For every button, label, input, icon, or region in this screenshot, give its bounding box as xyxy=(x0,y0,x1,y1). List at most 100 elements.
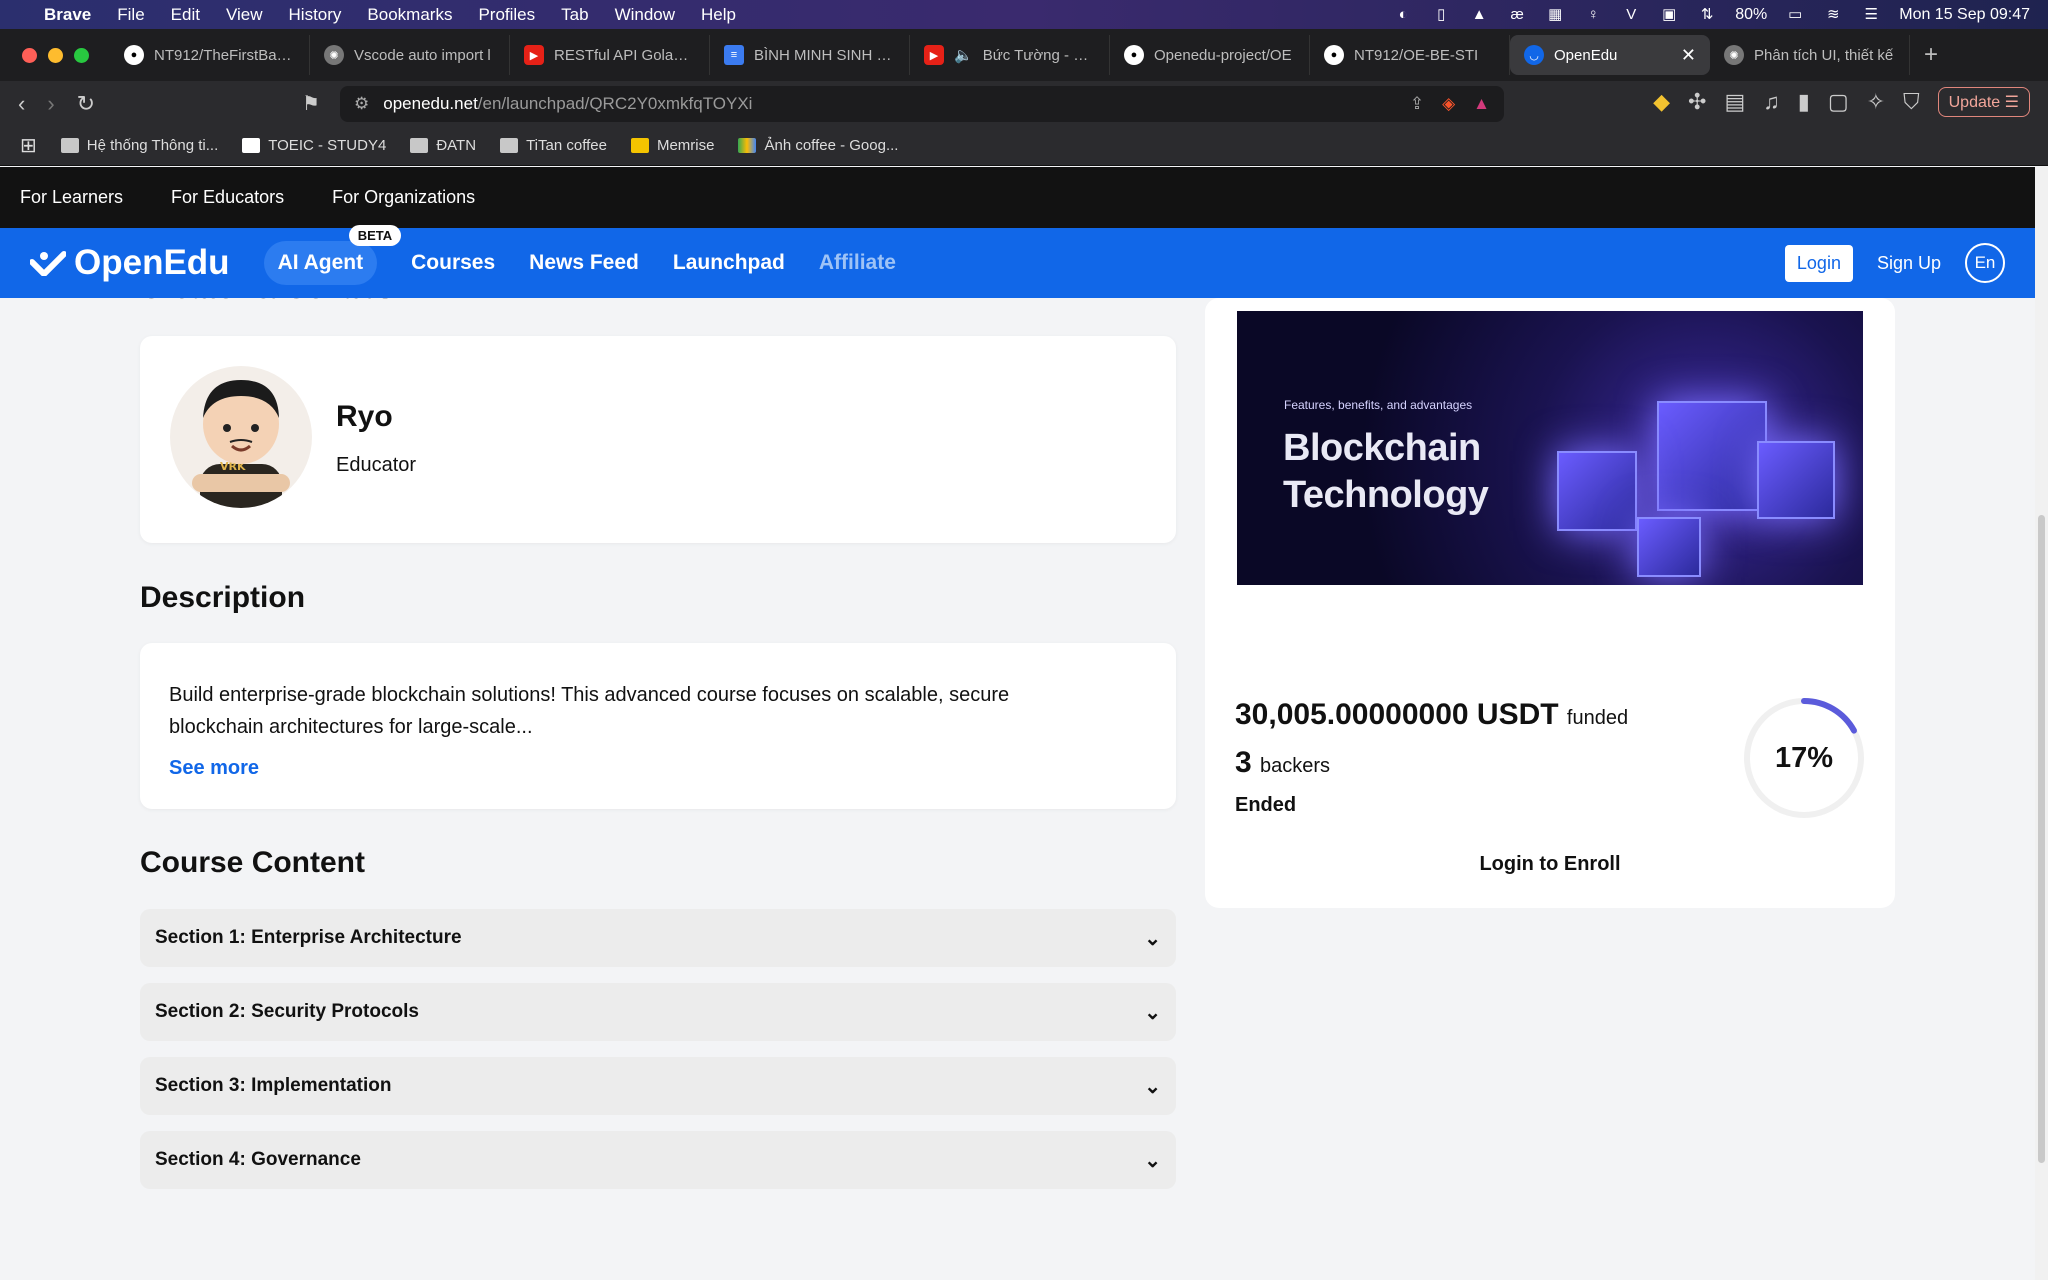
cube-graphic xyxy=(1557,451,1637,531)
audio-playing-icon[interactable]: 🔈 xyxy=(954,46,973,64)
campaign-status: Ended xyxy=(1235,794,1297,816)
browser-tab[interactable]: ● Openedu-project/OE xyxy=(1110,35,1310,75)
key-icon[interactable]: ♀ xyxy=(1583,6,1603,23)
grid-icon[interactable]: ▦ xyxy=(1545,6,1565,23)
vpn-icon[interactable]: ⛉ xyxy=(1903,89,1920,115)
menu-history[interactable]: History xyxy=(289,5,342,25)
address-bar[interactable]: ⚙ openedu.net/en/launchpad/QRC2Y0xmkfqTO… xyxy=(340,86,1504,122)
nav-ai-agent[interactable]: AI Agent BETA xyxy=(263,225,402,285)
minimize-window-button[interactable] xyxy=(48,47,63,63)
bookmark-item[interactable]: Ảnh coffee - Goog... xyxy=(738,137,898,154)
brave-rewards-icon[interactable]: ▲ xyxy=(1473,94,1490,114)
music-icon[interactable]: ♫ xyxy=(1763,89,1780,115)
menu-file[interactable]: File xyxy=(117,5,144,25)
nav-courses[interactable]: Courses xyxy=(411,251,495,275)
network-icon[interactable]: ⇅ xyxy=(1697,6,1717,23)
leo-ai-icon[interactable]: ✧ xyxy=(1867,89,1885,115)
banner-subtitle: Features, benefits, and advantages xyxy=(1284,398,1473,412)
funded-amount: 30,005.00000000 USDT funded xyxy=(1235,698,1628,732)
close-window-button[interactable] xyxy=(22,47,37,63)
wallet-icon[interactable]: ▢ xyxy=(1828,89,1849,115)
v-icon[interactable]: V xyxy=(1621,6,1641,23)
nav-affiliate[interactable]: Affiliate xyxy=(819,251,896,275)
bookmark-page-icon[interactable]: ⚑ xyxy=(302,91,320,116)
apps-grid-icon[interactable]: ⊞ xyxy=(20,133,37,158)
new-tab-button[interactable]: + xyxy=(1910,41,1938,69)
menu-tab[interactable]: Tab xyxy=(561,5,588,25)
browser-tab-active[interactable]: ◡ OpenEdu ✕ xyxy=(1510,35,1710,75)
update-button[interactable]: Update ☰ xyxy=(1937,87,2030,117)
bookmark-item[interactable]: Memrise xyxy=(630,137,714,154)
creator-name[interactable]: Ryo xyxy=(336,400,393,434)
share-icon[interactable]: ⇪ xyxy=(1410,94,1424,114)
browser-tab[interactable]: ≡ BÌNH MINH SINH VIÊ xyxy=(710,35,910,75)
site-settings-icon[interactable]: ⚙ xyxy=(354,94,369,114)
page-scrollbar[interactable] xyxy=(2035,167,2048,1280)
chevron-down-icon: ⌄ xyxy=(1144,1001,1161,1024)
menu-view[interactable]: View xyxy=(226,5,263,25)
nav-for-educators[interactable]: For Educators xyxy=(171,187,284,208)
menu-help[interactable]: Help xyxy=(701,5,736,25)
extensions-puzzle-icon[interactable]: ✣ xyxy=(1688,89,1706,115)
menu-window[interactable]: Window xyxy=(615,5,675,25)
bookmark-item[interactable]: ĐATN xyxy=(410,137,476,154)
menu-profiles[interactable]: Profiles xyxy=(478,5,535,25)
login-to-enroll-button[interactable]: Login to Enroll xyxy=(1205,853,1895,876)
bookmark-item[interactable]: Hệ thống Thông ti... xyxy=(60,137,218,154)
launchpad-content: Creator & Collabs VRK Ryo Educator Descr… xyxy=(0,298,2035,1280)
menu-edit[interactable]: Edit xyxy=(171,5,200,25)
reload-icon[interactable]: ↻ xyxy=(77,91,95,117)
status-tray-icon[interactable]: ◐ xyxy=(1393,6,1413,23)
avatar[interactable]: VRK xyxy=(170,366,312,508)
course-section-3[interactable]: Section 3: Implementation ⌄ xyxy=(140,1057,1176,1115)
bookmark-item[interactable]: TOEIC - STUDY4 xyxy=(242,137,386,154)
nav-launchpad[interactable]: Launchpad xyxy=(673,251,785,275)
course-section-2[interactable]: Section 2: Security Protocols ⌄ xyxy=(140,983,1176,1041)
backers-value: 3 xyxy=(1235,746,1252,779)
signup-link[interactable]: Sign Up xyxy=(1877,253,1941,274)
bookmarks-bar: ⊞ Hệ thống Thông ti... TOEIC - STUDY4 ĐA… xyxy=(0,126,2048,166)
extension-icon[interactable]: ◆ xyxy=(1653,89,1670,115)
clipboard-icon[interactable]: ▣ xyxy=(1659,6,1679,23)
bookmark-label: TiTan coffee xyxy=(526,137,607,154)
battery-icon[interactable]: ▭ xyxy=(1785,6,1805,23)
nav-for-organizations[interactable]: For Organizations xyxy=(332,187,475,208)
brave-shields-icon[interactable]: ◈ xyxy=(1442,94,1455,114)
macos-menubar: Brave File Edit View History Bookmarks P… xyxy=(0,0,2048,29)
browser-tab[interactable]: ▶ 🔈 Bức Tường - BÌNH xyxy=(910,35,1110,75)
nav-news-feed[interactable]: News Feed xyxy=(529,251,639,275)
datetime[interactable]: Mon 15 Sep 09:47 xyxy=(1899,6,2030,24)
description-text: Build enterprise-grade blockchain soluti… xyxy=(169,684,1010,738)
reader-icon[interactable]: ▤ xyxy=(1724,89,1745,115)
language-switcher[interactable]: En xyxy=(1965,243,2005,283)
course-section-1[interactable]: Section 1: Enterprise Architecture ⌄ xyxy=(140,909,1176,967)
scrollbar-thumb[interactable] xyxy=(2038,515,2045,1163)
ae-icon[interactable]: æ xyxy=(1507,6,1527,23)
sidebar-icon[interactable]: ▮ xyxy=(1798,89,1810,115)
back-icon[interactable]: ‹ xyxy=(18,91,25,117)
close-tab-icon[interactable]: ✕ xyxy=(1681,45,1696,66)
zoom-window-button[interactable] xyxy=(74,47,89,63)
forward-icon[interactable]: › xyxy=(47,91,54,117)
browser-tab[interactable]: ✺ Phân tích UI, thiết kế xyxy=(1710,35,1910,75)
browser-tab[interactable]: ● NT912/TheFirstBacke xyxy=(110,35,310,75)
wifi-icon[interactable]: ≋ xyxy=(1823,6,1843,23)
openedu-logo[interactable]: OpenEdu xyxy=(30,243,230,283)
bookmark-item[interactable]: TiTan coffee xyxy=(500,137,607,154)
see-more-link[interactable]: See more xyxy=(169,757,259,780)
drive-icon[interactable]: ▲ xyxy=(1469,6,1489,23)
control-center-icon[interactable]: ☰ xyxy=(1861,6,1881,23)
menu-app-name[interactable]: Brave xyxy=(44,5,91,25)
creator-role: Educator xyxy=(336,454,417,476)
section-title: Section 2: Security Protocols xyxy=(155,1001,419,1022)
browser-tab[interactable]: ✺ Vscode auto import l xyxy=(310,35,510,75)
menu-bookmarks[interactable]: Bookmarks xyxy=(367,5,452,25)
beta-badge: BETA xyxy=(348,225,402,246)
nav-for-learners[interactable]: For Learners xyxy=(20,187,123,208)
login-button[interactable]: Login xyxy=(1784,244,1853,282)
creator-section-title: Creator & Collabs xyxy=(140,298,393,306)
browser-tab[interactable]: ▶ RESTful API Golang C xyxy=(510,35,710,75)
browser-tab[interactable]: ● NT912/OE-BE-STI xyxy=(1310,35,1510,75)
sidebar-toggle-icon[interactable]: ▯ xyxy=(1431,6,1451,23)
course-section-4[interactable]: Section 4: Governance ⌄ xyxy=(140,1131,1176,1189)
